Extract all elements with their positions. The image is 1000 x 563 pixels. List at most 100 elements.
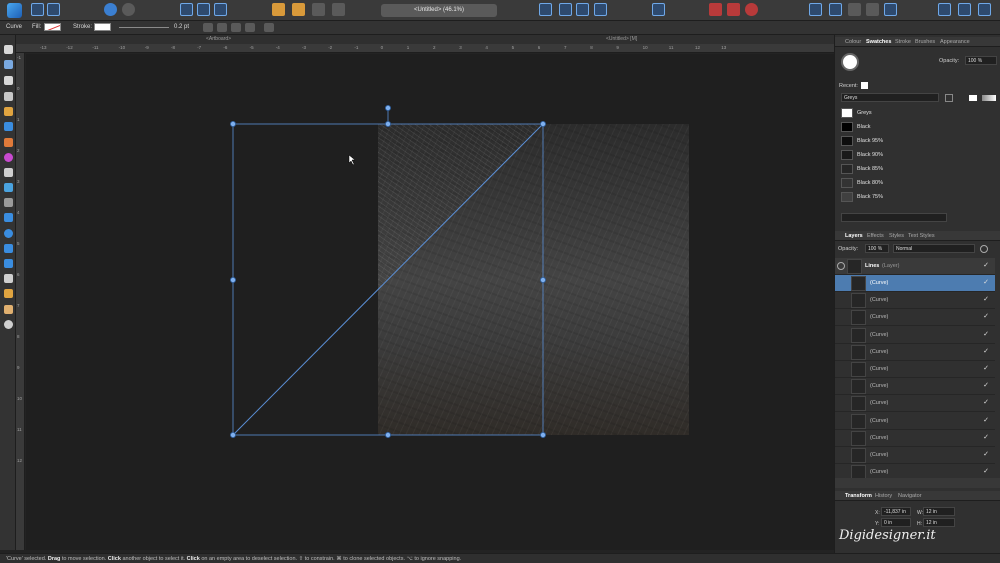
rotate-right-icon[interactable] bbox=[594, 3, 607, 16]
swatch-item[interactable]: Black 95% bbox=[841, 135, 981, 147]
insert-inside-icon[interactable] bbox=[829, 3, 842, 16]
visibility-check-icon[interactable]: ✓ bbox=[983, 467, 989, 475]
tab-transform[interactable]: Transform bbox=[845, 493, 872, 499]
layer-row[interactable]: (Curve) ✓ bbox=[835, 413, 995, 430]
export-persona-icon[interactable] bbox=[47, 3, 60, 16]
align-icon[interactable] bbox=[652, 3, 665, 16]
rounded-rect-tool-icon[interactable] bbox=[4, 244, 13, 253]
stroke-color-swatch[interactable] bbox=[94, 23, 111, 31]
arrange-icon[interactable] bbox=[272, 3, 285, 16]
layer-row[interactable]: (Curve) ✓ bbox=[835, 361, 995, 378]
zoom-tool-icon[interactable] bbox=[4, 320, 13, 329]
visibility-check-icon[interactable]: ✓ bbox=[983, 347, 989, 355]
chalkboard-texture-image[interactable] bbox=[378, 124, 689, 435]
swatch-item[interactable]: Black 90% bbox=[841, 149, 981, 161]
flip-vertical-icon[interactable] bbox=[559, 3, 572, 16]
visibility-check-icon[interactable]: ✓ bbox=[983, 433, 989, 441]
view-mode-icon[interactable] bbox=[180, 3, 193, 16]
pixel-persona-icon[interactable] bbox=[31, 3, 44, 16]
tab-untitled[interactable]: <Untitled> [M] bbox=[606, 36, 637, 42]
tab-appearance[interactable]: Appearance bbox=[940, 39, 970, 45]
palette-dropdown[interactable]: Greys bbox=[841, 93, 939, 102]
visibility-check-icon[interactable]: ✓ bbox=[983, 312, 989, 320]
transparency-tool-icon[interactable] bbox=[4, 168, 13, 177]
swatch-item[interactable]: Black bbox=[841, 121, 981, 133]
visibility-check-icon[interactable]: ✓ bbox=[983, 261, 989, 269]
layer-row[interactable]: (Curve) ✓ bbox=[835, 395, 995, 413]
layer-row-parent[interactable]: Lines (Layer) ✓ bbox=[835, 258, 995, 275]
studio-panel-icon[interactable] bbox=[938, 3, 951, 16]
vector-brush-icon[interactable] bbox=[4, 122, 13, 131]
layer-row[interactable]: (Curve) ✓ bbox=[835, 378, 995, 396]
h-field[interactable]: 12 in bbox=[923, 518, 955, 527]
artboard-tool-icon[interactable] bbox=[4, 60, 13, 69]
none-swatch-icon[interactable] bbox=[969, 95, 977, 101]
color-picker-icon[interactable] bbox=[4, 153, 13, 162]
studio-panel-3-icon[interactable] bbox=[978, 3, 991, 16]
layer-row[interactable]: (Curve) ✓ bbox=[835, 447, 995, 464]
hand-tool-icon[interactable] bbox=[4, 305, 13, 314]
settings-icon[interactable] bbox=[122, 3, 135, 16]
tab-artboard[interactable]: <Artboard> bbox=[206, 36, 231, 42]
palette-grid-icon[interactable] bbox=[945, 94, 953, 102]
flip-horizontal-icon[interactable] bbox=[539, 3, 552, 16]
studio-panel-2-icon[interactable] bbox=[958, 3, 971, 16]
tab-text-styles[interactable]: Text Styles bbox=[908, 233, 935, 239]
ellipse-tool-icon[interactable] bbox=[4, 229, 13, 238]
swatch-item[interactable]: Black 85% bbox=[841, 163, 981, 175]
fill-stroke-selector[interactable] bbox=[841, 53, 859, 71]
w-field[interactable]: 12 in bbox=[923, 507, 955, 516]
tab-layers[interactable]: Layers bbox=[845, 233, 863, 239]
expand-chevron-icon[interactable] bbox=[837, 262, 845, 270]
move-back-icon[interactable] bbox=[332, 3, 345, 16]
stroke-width-value[interactable]: 0.2 pt bbox=[174, 24, 189, 30]
tab-stroke[interactable]: Stroke bbox=[895, 39, 911, 45]
opacity-field[interactable]: 100 % bbox=[965, 56, 997, 65]
layer-row[interactable]: (Curve) ✓ bbox=[835, 344, 995, 361]
rotate-left-icon[interactable] bbox=[576, 3, 589, 16]
visibility-check-icon[interactable]: ✓ bbox=[983, 330, 989, 338]
eyedropper-tool-icon[interactable] bbox=[4, 289, 13, 298]
tab-colour[interactable]: Colour bbox=[845, 39, 861, 45]
blend-mode-dropdown[interactable]: Normal bbox=[893, 244, 975, 253]
visibility-check-icon[interactable]: ✓ bbox=[983, 295, 989, 303]
swatch-item[interactable]: Black 75% bbox=[841, 191, 981, 203]
boolean-subtract-icon[interactable] bbox=[727, 3, 740, 16]
tab-styles[interactable]: Styles bbox=[889, 233, 904, 239]
layer-opacity-field[interactable]: 100 % bbox=[865, 244, 889, 253]
pen-tool-icon[interactable] bbox=[4, 92, 13, 101]
app-logo-icon[interactable] bbox=[7, 3, 22, 18]
x-field[interactable]: -11,837 in bbox=[881, 507, 911, 516]
grid-icon[interactable] bbox=[214, 3, 227, 16]
visibility-check-icon[interactable]: ✓ bbox=[983, 278, 989, 286]
layer-row[interactable]: (Curve) ✓ bbox=[835, 430, 995, 447]
tab-effects[interactable]: Effects bbox=[867, 233, 884, 239]
transform-origin-icon[interactable] bbox=[231, 23, 241, 32]
gradient-swatch-icon[interactable] bbox=[982, 95, 996, 101]
insert-behind-icon[interactable] bbox=[848, 3, 861, 16]
assets-icon[interactable] bbox=[104, 3, 117, 16]
snapping-icon[interactable] bbox=[197, 3, 210, 16]
crop-tool-icon[interactable] bbox=[4, 198, 13, 207]
swatch-item[interactable]: Greys bbox=[841, 107, 981, 119]
node-tool-icon[interactable] bbox=[4, 76, 13, 85]
tab-brushes[interactable]: Brushes bbox=[915, 39, 935, 45]
insert-top-icon[interactable] bbox=[809, 3, 822, 16]
recent-swatch[interactable] bbox=[861, 82, 868, 89]
insert-before-icon[interactable] bbox=[884, 3, 897, 16]
group-icon[interactable] bbox=[292, 3, 305, 16]
move-tool-icon[interactable] bbox=[4, 45, 13, 54]
align-option-icon[interactable] bbox=[203, 23, 213, 32]
visibility-check-icon[interactable]: ✓ bbox=[983, 364, 989, 372]
swatch-search-input[interactable] bbox=[841, 213, 947, 222]
y-field[interactable]: 0 in bbox=[881, 518, 911, 527]
ungroup-icon[interactable] bbox=[312, 3, 325, 16]
star-tool-icon[interactable] bbox=[4, 259, 13, 268]
layer-row[interactable]: (Curve) ✓ bbox=[835, 275, 995, 292]
visibility-check-icon[interactable]: ✓ bbox=[983, 398, 989, 406]
insert-after-icon[interactable] bbox=[866, 3, 879, 16]
swatch-item[interactable]: Black 80% bbox=[841, 177, 981, 189]
fill-tool-icon[interactable] bbox=[4, 138, 13, 147]
document-title[interactable]: <Untitled> (46.1%) bbox=[381, 4, 497, 17]
tab-swatches[interactable]: Swatches bbox=[866, 39, 891, 45]
